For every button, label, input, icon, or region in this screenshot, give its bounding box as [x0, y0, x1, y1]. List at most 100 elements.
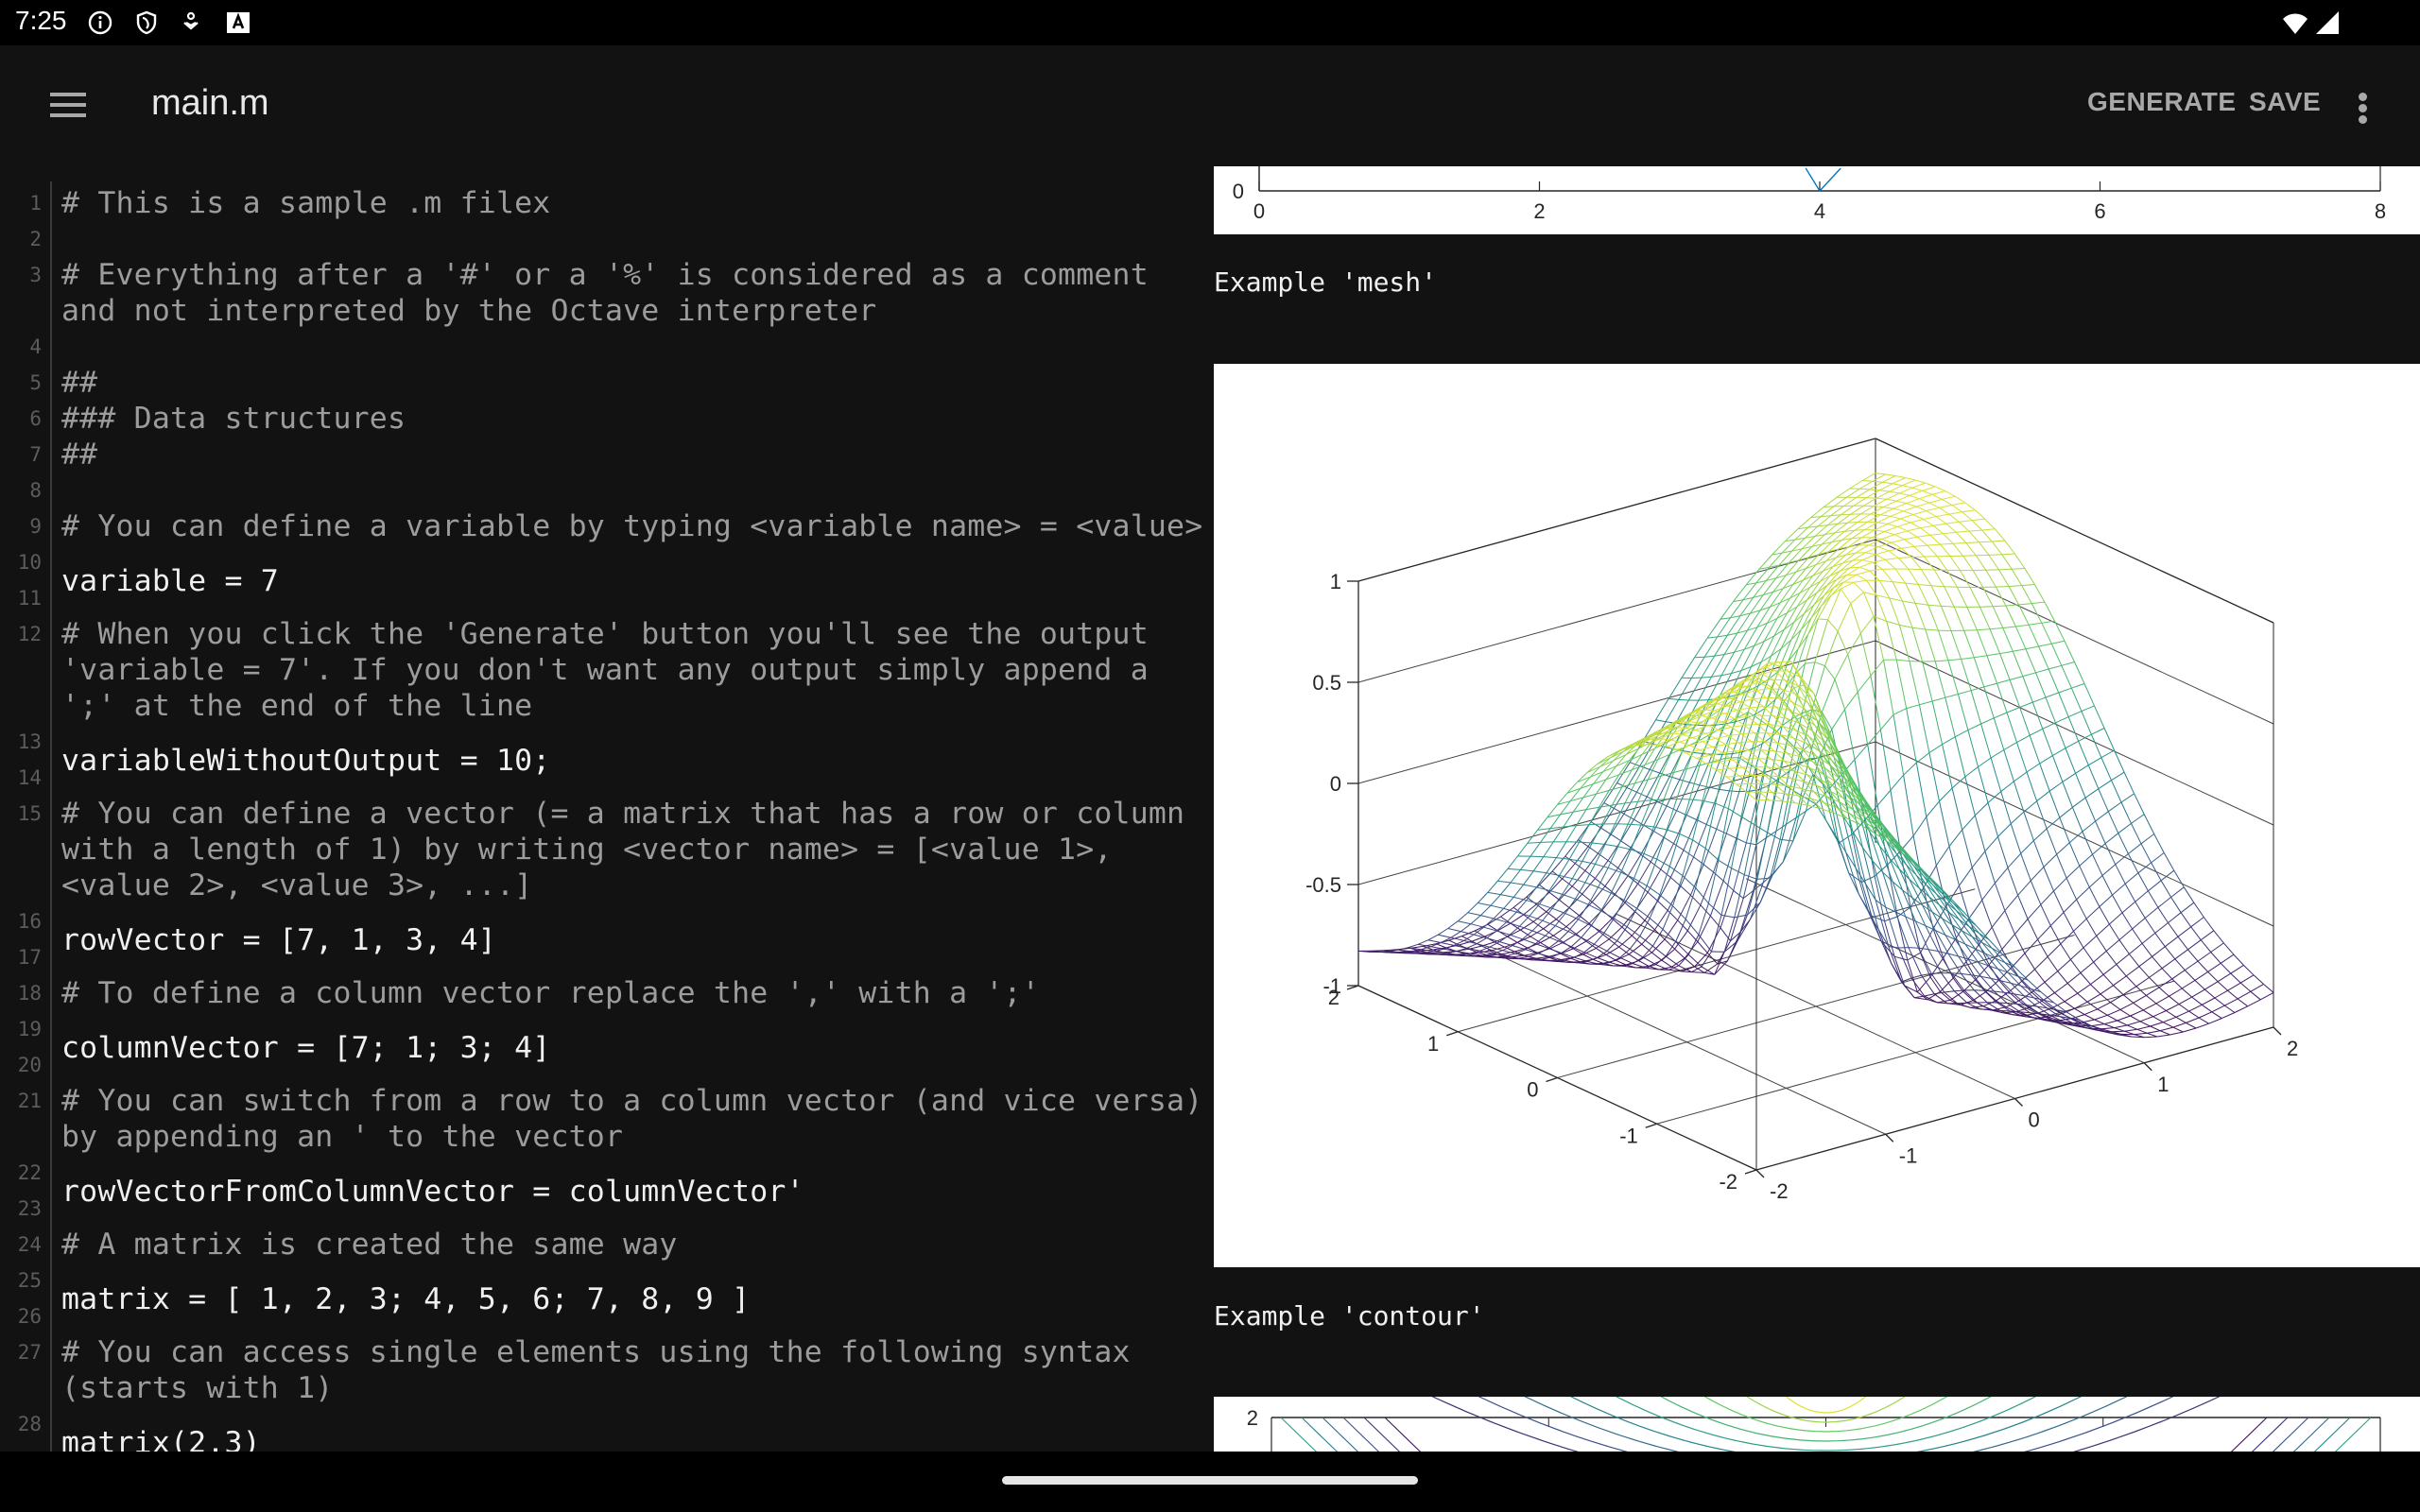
- save-button[interactable]: SAVE: [2249, 87, 2321, 117]
- mesh-segment: [1937, 629, 1949, 661]
- code-line[interactable]: 20: [0, 1047, 1214, 1083]
- gesture-handle[interactable]: [1002, 1476, 1418, 1485]
- mesh-segment: [2220, 954, 2235, 964]
- mesh-segment: [1890, 774, 1904, 791]
- mesh-segment: [2051, 640, 2066, 644]
- comment-text: (starts with 1): [61, 1371, 334, 1405]
- code-line[interactable]: 10 variable = 7: [0, 544, 1214, 598]
- mesh-segment: [1562, 893, 1576, 900]
- generate-button[interactable]: GENERATE: [2087, 87, 2237, 117]
- mesh-segment: [2064, 641, 2075, 662]
- code-line[interactable]: 17: [0, 939, 1214, 975]
- mesh-segment: [1758, 758, 1772, 760]
- code-line[interactable]: 27 # You can access single elements using…: [0, 1334, 1214, 1370]
- mesh-segment: [1967, 730, 1979, 767]
- code-line[interactable]: 16 rowVector = [7, 1, 3, 4]: [0, 903, 1214, 957]
- mesh-segment: [1702, 762, 1714, 801]
- code-line[interactable]: with a length of 1) by writing <vector n…: [0, 832, 1214, 868]
- x-tick-label: -1: [1899, 1143, 1918, 1167]
- code-line[interactable]: 18 # To define a column vector replace th…: [0, 975, 1214, 1011]
- mesh-segment: [2090, 984, 2101, 995]
- mesh-segment: [2118, 823, 2132, 834]
- line-number: 11: [17, 587, 42, 610]
- mesh-segment: [2034, 969, 2046, 983]
- hamburger-menu-icon[interactable]: [38, 77, 98, 134]
- code-line[interactable]: 19 columnVector = [7; 1; 3; 4]: [0, 1011, 1214, 1065]
- accessibility-download-icon: [178, 9, 204, 36]
- mesh-segment: [1971, 520, 1982, 531]
- code-line[interactable]: 1 # This is a sample .m filex: [0, 185, 1214, 221]
- code-line[interactable]: 11: [0, 580, 1214, 616]
- mesh-segment: [1983, 682, 1997, 688]
- code-line[interactable]: 28 matrix(2,3): [0, 1406, 1214, 1452]
- mesh-segment: [2014, 919, 2029, 935]
- mesh-segment: [1945, 697, 1956, 737]
- code-editor[interactable]: 1 # This is a sample .m filex 2 3 # Everythi…: [0, 166, 1214, 1452]
- mesh-segment: [1867, 514, 1881, 523]
- code-line[interactable]: and not interpreted by the Octave interp…: [0, 293, 1214, 329]
- mesh-segment: [2110, 1002, 2121, 1010]
- mesh-segment: [1918, 584, 1932, 587]
- code-line[interactable]: <value 2>, <value 3>, ...]: [0, 868, 1214, 903]
- mesh-segment: [2139, 1016, 2153, 1022]
- mesh-segment: [1697, 915, 1711, 942]
- mesh-segment: [1675, 919, 1686, 942]
- status-time: 7:25: [15, 6, 67, 35]
- mesh-segment: [1478, 902, 1492, 906]
- code-line[interactable]: 'variable = 7'. If you don't want any ou…: [0, 652, 1214, 688]
- mesh-segment: [1971, 850, 1986, 868]
- code-line[interactable]: 23: [0, 1191, 1214, 1227]
- code-line[interactable]: 14: [0, 760, 1214, 796]
- mesh-segment: [2122, 994, 2135, 1004]
- mesh-segment: [1720, 868, 1733, 916]
- mesh-segment: [2059, 806, 2073, 818]
- mesh-segment: [1875, 554, 1886, 560]
- mesh-segment: [1865, 546, 1879, 554]
- more-vert-icon[interactable]: [2344, 83, 2382, 130]
- code-line[interactable]: 2: [0, 221, 1214, 257]
- code-line[interactable]: 13 variableWithoutOutput = 10;: [0, 724, 1214, 778]
- mesh-segment: [1869, 481, 1883, 490]
- code-line[interactable]: 3 # Everything after a '#' or a '%' is co…: [0, 257, 1214, 293]
- code-line[interactable]: 21 # You can switch from a row to a colum…: [0, 1083, 1214, 1119]
- mesh-segment: [1846, 817, 1860, 826]
- mesh-segment: [2181, 979, 2196, 989]
- code-line[interactable]: 7 ##: [0, 437, 1214, 472]
- mesh-segment: [1947, 659, 1962, 662]
- code-lines[interactable]: 1 # This is a sample .m filex 2 3 # Everythi…: [0, 185, 1214, 1452]
- mesh-segment: [2028, 624, 2040, 647]
- mesh-segment: [2172, 1022, 2187, 1028]
- code-line[interactable]: 22 rowVectorFromColumnVector = columnVect…: [0, 1155, 1214, 1209]
- mesh-segment: [1680, 885, 1691, 896]
- code-line[interactable]: (starts with 1): [0, 1370, 1214, 1406]
- code-line[interactable]: 24 # A matrix is created the same way: [0, 1227, 1214, 1263]
- code-line[interactable]: 5 ##: [0, 365, 1214, 401]
- output-panel[interactable]: 0 2 4 6 8 0 Example 'mesh' -1 -0.5 0 0.5 1 -2 -1 0 1 2…: [1214, 166, 2420, 1452]
- code-line[interactable]: 26: [0, 1298, 1214, 1334]
- code-line[interactable]: by appending an ' to the vector: [0, 1119, 1214, 1155]
- code-line[interactable]: 12 # When you click the 'Generate' button…: [0, 616, 1214, 652]
- mesh-segment: [1896, 916, 1909, 961]
- line-number: 6: [29, 407, 42, 430]
- mesh-segment: [1940, 542, 1954, 545]
- code-line[interactable]: 9 # You can define a variable by typing <…: [0, 508, 1214, 544]
- mesh-segment: [1437, 928, 1448, 936]
- code-line[interactable]: 6 ### Data structures: [0, 401, 1214, 437]
- mesh-segment: [1698, 699, 1709, 701]
- mesh-segment: [1788, 648, 1799, 662]
- line-number: 1: [29, 192, 42, 215]
- mesh-segment: [1699, 784, 1710, 788]
- mesh-segment: [2185, 960, 2199, 971]
- code-line[interactable]: ';' at the end of the line: [0, 688, 1214, 724]
- mesh-segment: [2128, 843, 2142, 854]
- mesh-segment: [2160, 880, 2172, 898]
- code-line[interactable]: 4: [0, 329, 1214, 365]
- comment-text: # You can define a variable by typing <v…: [61, 509, 1203, 543]
- mesh-segment: [1996, 1002, 2008, 1004]
- mesh-segment: [2237, 998, 2248, 1007]
- code-line[interactable]: 25 matrix = [ 1, 2, 3; 4, 5, 6; 7, 8, 9 ]: [0, 1263, 1214, 1316]
- mesh-segment: [1928, 752, 1940, 802]
- mesh-segment: [2074, 1007, 2085, 1016]
- code-line[interactable]: 8: [0, 472, 1214, 508]
- code-line[interactable]: 15 # You can define a vector (= a matrix …: [0, 796, 1214, 832]
